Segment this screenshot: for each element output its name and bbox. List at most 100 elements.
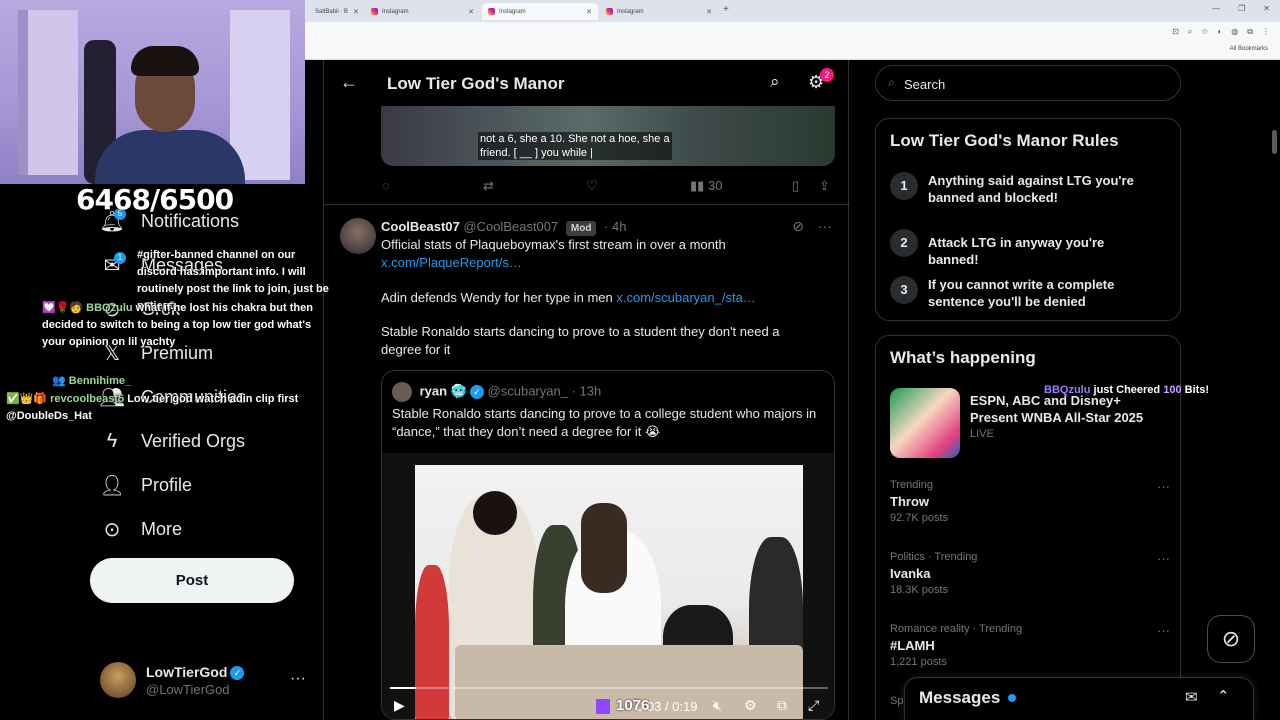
post-button[interactable]: Post xyxy=(90,558,294,603)
all-bookmarks[interactable]: All Bookmarks xyxy=(1230,46,1268,52)
unread-dot xyxy=(1008,694,1016,702)
maximize-icon[interactable]: ❐ xyxy=(1238,4,1245,13)
close-icon[interactable]: ✕ xyxy=(586,8,592,16)
menu-icon[interactable]: ⋮ xyxy=(1262,27,1270,37)
author-name[interactable]: ryan xyxy=(420,383,447,398)
search-icon[interactable]: ⌕ xyxy=(770,72,780,92)
video-player[interactable]: ▶ 0:03 / 0:19 🔇︎ ⚙ ⧉ ⤢ xyxy=(382,453,834,719)
extensions-icon[interactable]: ⧉ xyxy=(1247,27,1253,37)
webcam-overlay xyxy=(0,0,305,184)
more-icon[interactable]: ··· xyxy=(290,670,306,688)
nav-more[interactable]: ⊙ More xyxy=(100,514,182,544)
viewer-count-value: 1076 xyxy=(616,697,650,714)
more-icon[interactable]: ··· xyxy=(1157,623,1170,638)
mute-icon[interactable]: 🔇︎ xyxy=(713,697,722,714)
browser-tab[interactable]: SaltBabii · B ✕ xyxy=(305,3,365,20)
quote-header: ryan 🥶 ✓ @scubaryan_ · 13h xyxy=(392,382,601,402)
share-icon[interactable]: ⇪ xyxy=(819,178,830,194)
video-progress[interactable] xyxy=(390,687,828,689)
instagram-icon xyxy=(606,8,613,15)
browser-tab[interactable]: Instagram ✕ xyxy=(600,3,718,20)
install-icon[interactable]: ⊡ xyxy=(1172,27,1179,37)
account-name: LowTierGod ✓ xyxy=(146,664,245,681)
minimize-icon[interactable]: — xyxy=(1212,4,1220,13)
nav-profile[interactable]: 👤︎ Profile xyxy=(99,470,193,500)
author-handle[interactable]: @CoolBeast007 xyxy=(463,219,558,234)
tab-title: Instagram xyxy=(499,8,526,15)
new-tab-icon[interactable]: + xyxy=(723,4,729,15)
post-text: Stable Ronaldo starts dancing to prove t… xyxy=(381,324,780,357)
previous-post-video[interactable]: not a 6, she a 10. She not a hoe, she a … xyxy=(381,106,835,166)
search-icon: ⌕ xyxy=(888,75,895,89)
nav-label: Profile xyxy=(141,474,193,495)
envelope-icon: ✉ 1 xyxy=(100,252,126,277)
browser-tab[interactable]: Instagram ✕ xyxy=(482,3,598,20)
close-icon[interactable]: ✕ xyxy=(706,8,712,16)
settings-icon[interactable]: ⚙ xyxy=(744,697,757,714)
more-icon[interactable]: ··· xyxy=(1157,551,1170,566)
repost-icon[interactable]: ⇄ xyxy=(483,178,494,194)
author-handle[interactable]: @scubaryan_ xyxy=(488,383,568,398)
event-thumbnail[interactable] xyxy=(890,388,960,458)
post-link[interactable]: x.com/scubaryan_/sta… xyxy=(616,290,755,305)
extension-icon[interactable]: ◍ xyxy=(1231,27,1238,37)
trend-item[interactable]: Trending Throw 92.7K posts ··· xyxy=(890,479,1170,524)
trend-item[interactable]: Politics · Trending Ivanka 18.3K posts ·… xyxy=(890,551,1170,596)
reply-icon[interactable]: ◌ xyxy=(382,178,390,193)
views-icon[interactable]: ▮▮ xyxy=(690,178,704,194)
pip-icon[interactable]: ⧉ xyxy=(777,697,787,714)
trend-count: 18.3K posts xyxy=(890,584,949,596)
grok-icon[interactable]: ⊘ xyxy=(1207,615,1255,663)
window-controls: — ❐ ✕ xyxy=(1212,4,1270,13)
browser-tab[interactable]: Instagram ✕ xyxy=(365,3,480,20)
caption-line: not a 6, she a 10. She not a hoe, she a xyxy=(480,133,670,145)
zoom-icon[interactable]: ⌕ xyxy=(1188,27,1192,37)
chat-emotes: ✅👑🎁 xyxy=(6,393,51,405)
close-window-icon[interactable]: ✕ xyxy=(1263,4,1270,13)
account-switcher[interactable]: LowTierGod ✓ @LowTierGod ··· xyxy=(100,662,310,702)
more-icon[interactable]: ··· xyxy=(818,218,832,235)
cheer-text: just Cheered xyxy=(1093,384,1161,396)
close-icon[interactable]: ✕ xyxy=(468,8,474,16)
rules-panel: Low Tier God's Manor Rules 1 Anything sa… xyxy=(875,118,1181,321)
like-icon[interactable]: ♡ xyxy=(586,178,598,194)
back-arrow-icon[interactable]: ← xyxy=(340,72,358,93)
more-icon[interactable]: ··· xyxy=(1157,479,1170,494)
avatar[interactable] xyxy=(340,218,376,254)
messages-drawer[interactable]: Messages ✉ ⌃ xyxy=(904,677,1254,720)
cheer-alert: BBQzulu just Cheered 100 Bits! xyxy=(1044,384,1209,396)
quoted-post[interactable]: ryan 🥶 ✓ @scubaryan_ · 13h Stable Ronaldo… xyxy=(381,370,835,720)
extension-icon[interactable]: ◐ xyxy=(1217,27,1222,37)
views-count: 30 xyxy=(708,178,723,193)
play-icon[interactable]: ▶ xyxy=(394,697,405,714)
post-link[interactable]: x.com/PlaqueReport/s… xyxy=(381,254,821,272)
scrollbar[interactable] xyxy=(1272,130,1277,154)
star-icon[interactable]: ☆ xyxy=(1201,27,1208,37)
trend-name: #LAMH xyxy=(890,638,935,653)
community-timeline: ← Low Tier God's Manor ⌕ ⚙ 2 not a 6, sh… xyxy=(323,60,850,720)
post-time[interactable]: 13h xyxy=(580,383,602,398)
grok-icon[interactable]: ⊘ xyxy=(792,218,804,235)
rule-text: Attack LTG in anyway you're banned! xyxy=(928,235,1105,267)
video-person-hair xyxy=(581,503,627,593)
author-name[interactable]: CoolBeast07 xyxy=(381,219,460,234)
trend-name: Ivanka xyxy=(890,566,931,581)
search-box[interactable]: ⌕ xyxy=(875,65,1181,101)
cat-tree xyxy=(18,10,78,175)
trend-item[interactable]: Romance reality · Trending #LAMH 1,221 p… xyxy=(890,623,1170,668)
avatar[interactable] xyxy=(392,382,412,402)
expand-icon[interactable]: ⌃ xyxy=(1217,687,1230,705)
bookmark-icon[interactable]: ▯ xyxy=(792,178,799,194)
event-title[interactable]: ESPN, ABC and Disney+ Present WNBA All-S… xyxy=(970,392,1170,426)
new-message-icon[interactable]: ✉ xyxy=(1185,688,1198,706)
trend-category: Trending xyxy=(890,479,934,491)
trend-category: Politics · Trending xyxy=(890,551,978,563)
more-circle-icon: ⊙ xyxy=(103,518,121,541)
post-time[interactable]: 4h xyxy=(612,219,626,234)
nav-verified-orgs[interactable]: ϟ Verified Orgs xyxy=(100,426,245,456)
rule-number: 1 xyxy=(890,172,918,200)
fullscreen-icon[interactable]: ⤢ xyxy=(808,697,819,714)
search-input[interactable] xyxy=(904,74,1164,94)
close-icon[interactable]: ✕ xyxy=(353,8,359,16)
rules-title: Low Tier God's Manor Rules xyxy=(890,131,1119,150)
